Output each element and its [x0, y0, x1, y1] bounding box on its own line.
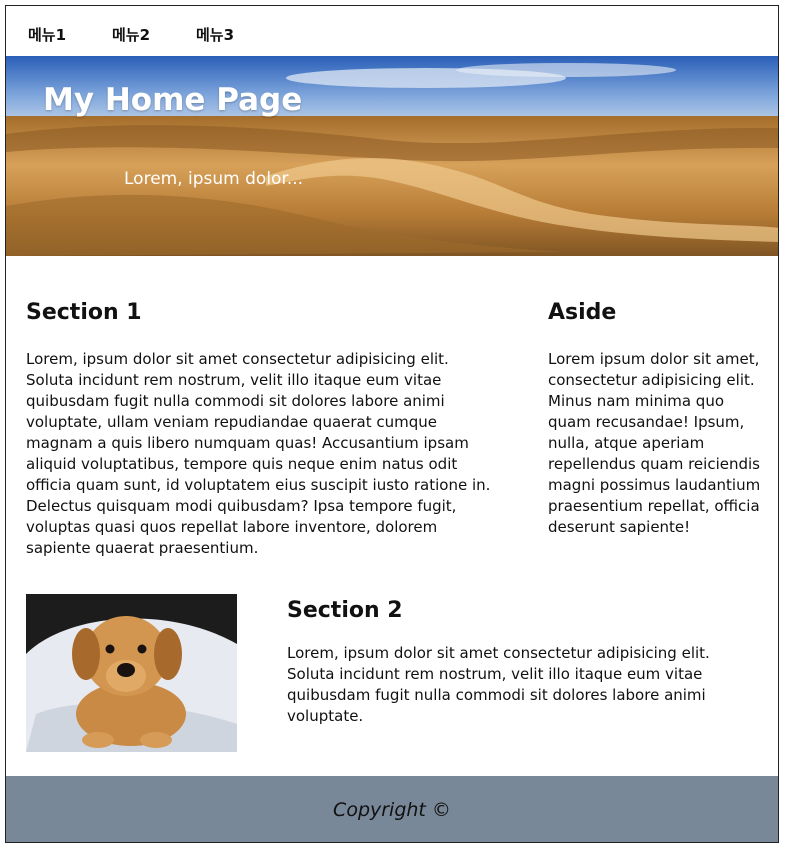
aside-text: Lorem ipsum dolor sit amet, consectetur … — [548, 350, 761, 536]
section2-title: Section 2 — [287, 598, 403, 623]
section1-text: Lorem, ipsum dolor sit amet consectetur … — [26, 350, 491, 557]
hero-title: My Home Page — [43, 82, 303, 118]
top-nav: 메뉴1 메뉴2 메뉴3 — [6, 6, 778, 56]
nav-menu1[interactable]: 메뉴1 — [28, 24, 66, 45]
nav-menu3[interactable]: 메뉴3 — [196, 24, 234, 45]
section2-text: Lorem, ipsum dolor sit amet consectetur … — [287, 644, 710, 725]
copyright-text: Copyright © — [333, 799, 451, 821]
puppy-image — [26, 594, 237, 752]
hero-banner: My Home Page Lorem, ipsum dolor... — [6, 56, 778, 256]
section1-title: Section 1 — [26, 300, 142, 325]
nav-menu2[interactable]: 메뉴2 — [112, 24, 150, 45]
footer: Copyright © — [6, 776, 778, 842]
hero-subtitle: Lorem, ipsum dolor... — [124, 169, 304, 189]
aside-title: Aside — [548, 300, 617, 325]
page-frame: 메뉴1 메뉴2 메뉴3 My Home Page Lorem, ipsum do… — [5, 5, 779, 843]
